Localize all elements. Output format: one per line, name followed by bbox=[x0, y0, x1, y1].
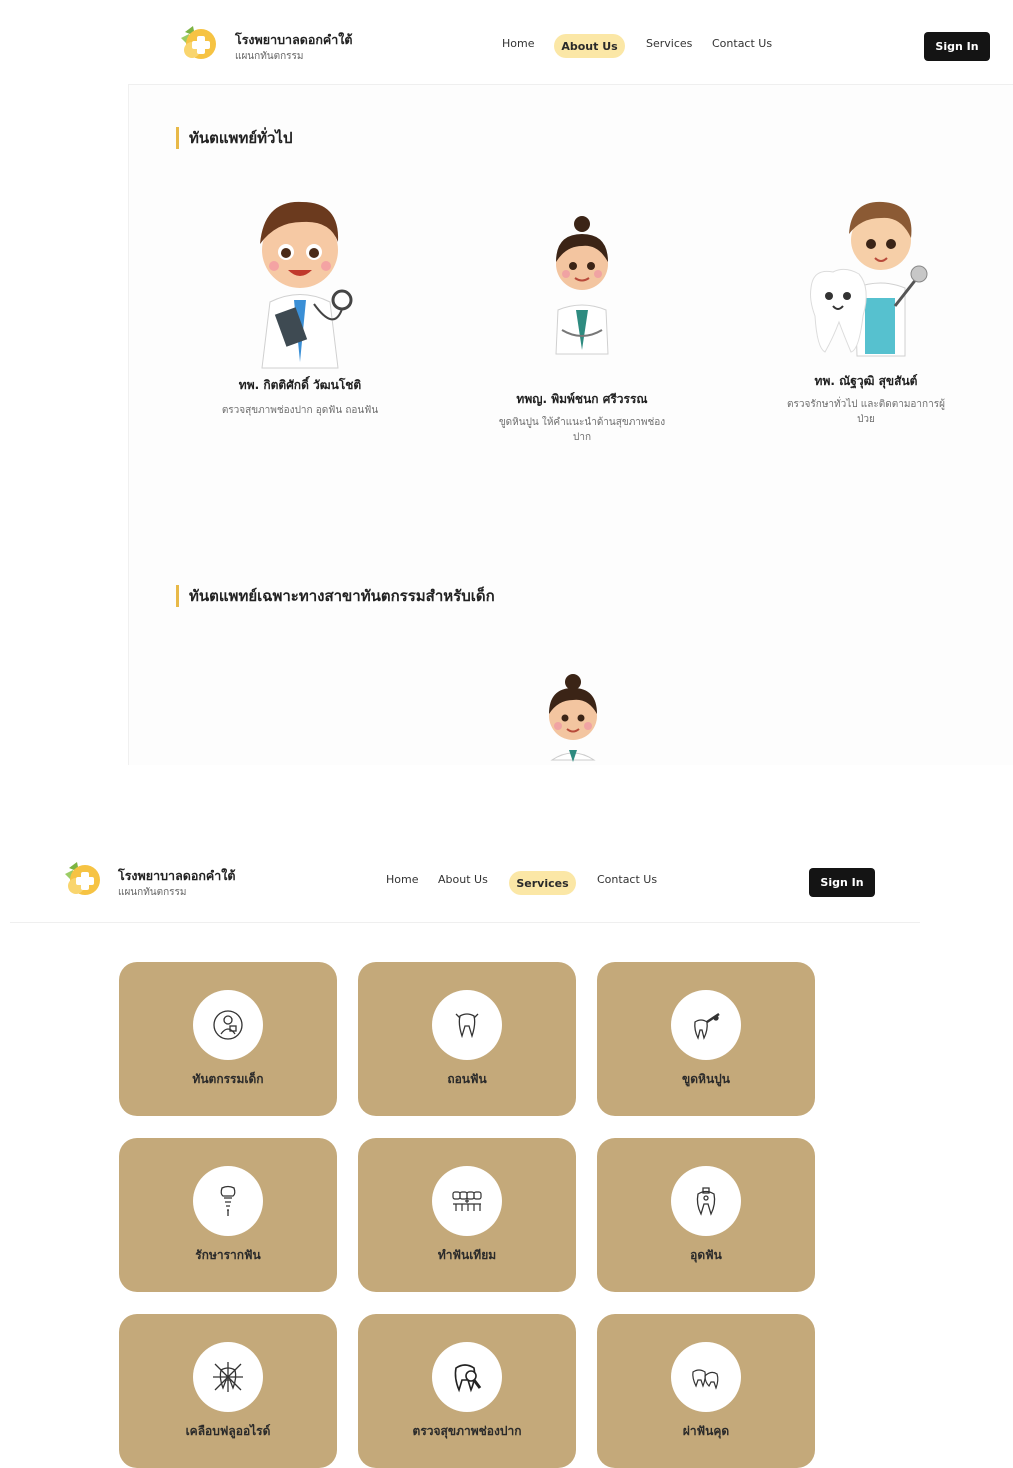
service-card-tooth-extraction[interactable]: ถอนฟัน bbox=[358, 962, 576, 1116]
service-card-tooth-filling[interactable]: อุดฟัน bbox=[597, 1138, 815, 1292]
service-label: ตรวจสุขภาพช่องปาก bbox=[412, 1424, 522, 1438]
root-canal-icon bbox=[220, 1185, 236, 1216]
hospital-name: โรงพยาบาลดอกคำใต้ bbox=[235, 32, 353, 47]
nav-about-us[interactable]: About Us bbox=[438, 873, 488, 886]
wisdom-tooth-icon bbox=[692, 1369, 719, 1390]
service-icon-circle bbox=[671, 1342, 741, 1412]
scaling-icon bbox=[694, 1012, 720, 1040]
nav-contact-us[interactable]: Contact Us bbox=[712, 37, 772, 50]
doctor-avatar-female-icon bbox=[549, 674, 597, 762]
service-label: ขูดหินปูน bbox=[682, 1072, 730, 1086]
sign-in-button[interactable]: Sign In bbox=[809, 868, 875, 897]
section-accent-bar bbox=[176, 127, 179, 149]
service-label: ผ่าฟันคุด bbox=[682, 1424, 730, 1438]
service-card-root-canal[interactable]: รักษารากฟัน bbox=[119, 1138, 337, 1292]
service-label: ทันตกรรมเด็ก bbox=[192, 1072, 264, 1086]
service-label: รักษารากฟัน bbox=[195, 1248, 261, 1262]
hospital-name: โรงพยาบาลดอกคำใต้ bbox=[118, 868, 236, 883]
nav-home[interactable]: Home bbox=[386, 873, 418, 886]
doctor-name: ทพ. ณัฐวุฒิ สุขสันต์ bbox=[814, 374, 918, 388]
doctor-name: ทพ. กิตติศักดิ์ วัฒนโชติ bbox=[238, 378, 362, 392]
service-card-fluoride[interactable]: เคลือบฟลูออไรด์ bbox=[119, 1314, 337, 1468]
general-dentists-title: ทันตแพทย์ทั่วไป bbox=[189, 129, 293, 147]
doctor-description: ตรวจสุขภาพช่องปาก อุดฟัน ถอนฟัน bbox=[221, 405, 379, 416]
doctor-avatar-with-tooth-icon bbox=[810, 201, 928, 357]
tooth-extraction-icon bbox=[455, 1013, 479, 1039]
pediatric-dentists-title: ทันตแพทย์เฉพาะทางสาขาทันตกรรมสำหรับเด็ก bbox=[189, 587, 495, 605]
service-icon-circle bbox=[671, 990, 741, 1060]
hospital-logo-icon bbox=[181, 26, 216, 59]
service-label: ถอนฟัน bbox=[447, 1072, 487, 1086]
general-dentists-heading: ทันตแพทย์ทั่วไป bbox=[176, 126, 293, 150]
service-icon-circle bbox=[193, 1166, 263, 1236]
service-label: ทำฟันเทียม bbox=[437, 1248, 497, 1262]
section-accent-bar bbox=[176, 585, 179, 607]
service-icon-circle bbox=[432, 990, 502, 1060]
oral-exam-icon bbox=[454, 1364, 482, 1393]
doctor-card: ทพ. ณัฐวุฒิ สุขสันต์ ตรวจรักษาทั่วไป และ… bbox=[756, 188, 976, 427]
department-name: แผนกทันตกรรม bbox=[235, 51, 304, 62]
nav-services-active[interactable]: Services bbox=[509, 871, 576, 895]
doctor-name: ทพญ. พิมพ์ชนก ศรีวรรณ bbox=[516, 392, 648, 406]
doctor-card: ทพ. กิตติศักดิ์ วัฒนโชติ ตรวจสุขภาพช่องป… bbox=[190, 182, 410, 418]
service-icon-circle bbox=[193, 1342, 263, 1412]
nav-home[interactable]: Home bbox=[502, 37, 534, 50]
about-us-screenshot: โรงพยาบาลดอกคำใต้ แผนกทันตกรรม Home Abou… bbox=[0, 0, 1013, 765]
service-icon-circle bbox=[671, 1166, 741, 1236]
service-card-denture[interactable]: ทำฟันเทียม bbox=[358, 1138, 576, 1292]
service-label: อุดฟัน bbox=[690, 1248, 722, 1262]
service-icon-circle bbox=[432, 1166, 502, 1236]
nav-services[interactable]: Services bbox=[646, 37, 692, 50]
nav-contact-us[interactable]: Contact Us bbox=[597, 873, 657, 886]
service-card-oral-exam[interactable]: ตรวจสุขภาพช่องปาก bbox=[358, 1314, 576, 1468]
tooth-filling-icon bbox=[696, 1187, 716, 1216]
service-icon-circle bbox=[432, 1342, 502, 1412]
doctor-avatar-male-icon bbox=[260, 201, 353, 369]
nav-about-us-active[interactable]: About Us bbox=[554, 34, 625, 58]
department-name: แผนกทันตกรรม bbox=[118, 887, 187, 898]
service-card-wisdom-tooth[interactable]: ผ่าฟันคุด bbox=[597, 1314, 815, 1468]
hospital-logo-icon bbox=[65, 862, 100, 895]
doctor-description: ตรวจรักษาทั่วไป และติดตามอาการผู้ป่วย bbox=[787, 399, 945, 425]
fluoride-icon bbox=[213, 1362, 243, 1392]
service-card-scaling[interactable]: ขูดหินปูน bbox=[597, 962, 815, 1116]
service-icon-circle bbox=[193, 990, 263, 1060]
doctor-avatar-female-icon bbox=[555, 216, 609, 355]
service-card-pediatric-dentistry[interactable]: ทันตกรรมเด็ก bbox=[119, 962, 337, 1116]
sign-in-button[interactable]: Sign In bbox=[924, 32, 990, 61]
services-screenshot: โรงพยาบาลดอกคำใต้ แผนกทันตกรรม Home Abou… bbox=[0, 838, 1013, 1468]
child-dentist-icon bbox=[213, 1010, 243, 1040]
denture-icon bbox=[452, 1191, 482, 1211]
doctor-description: ขูดหินปูน ให้คำแนะนำด้านสุขภาพช่องปาก bbox=[498, 417, 666, 443]
pediatric-dentists-heading: ทันตแพทย์เฉพาะทางสาขาทันตกรรมสำหรับเด็ก bbox=[176, 584, 495, 608]
service-label: เคลือบฟลูออไรด์ bbox=[185, 1424, 271, 1438]
doctor-card: ทพญ. พิมพ์ชนก ศรีวรรณ ขูดหินปูน ให้คำแนะ… bbox=[472, 210, 692, 445]
